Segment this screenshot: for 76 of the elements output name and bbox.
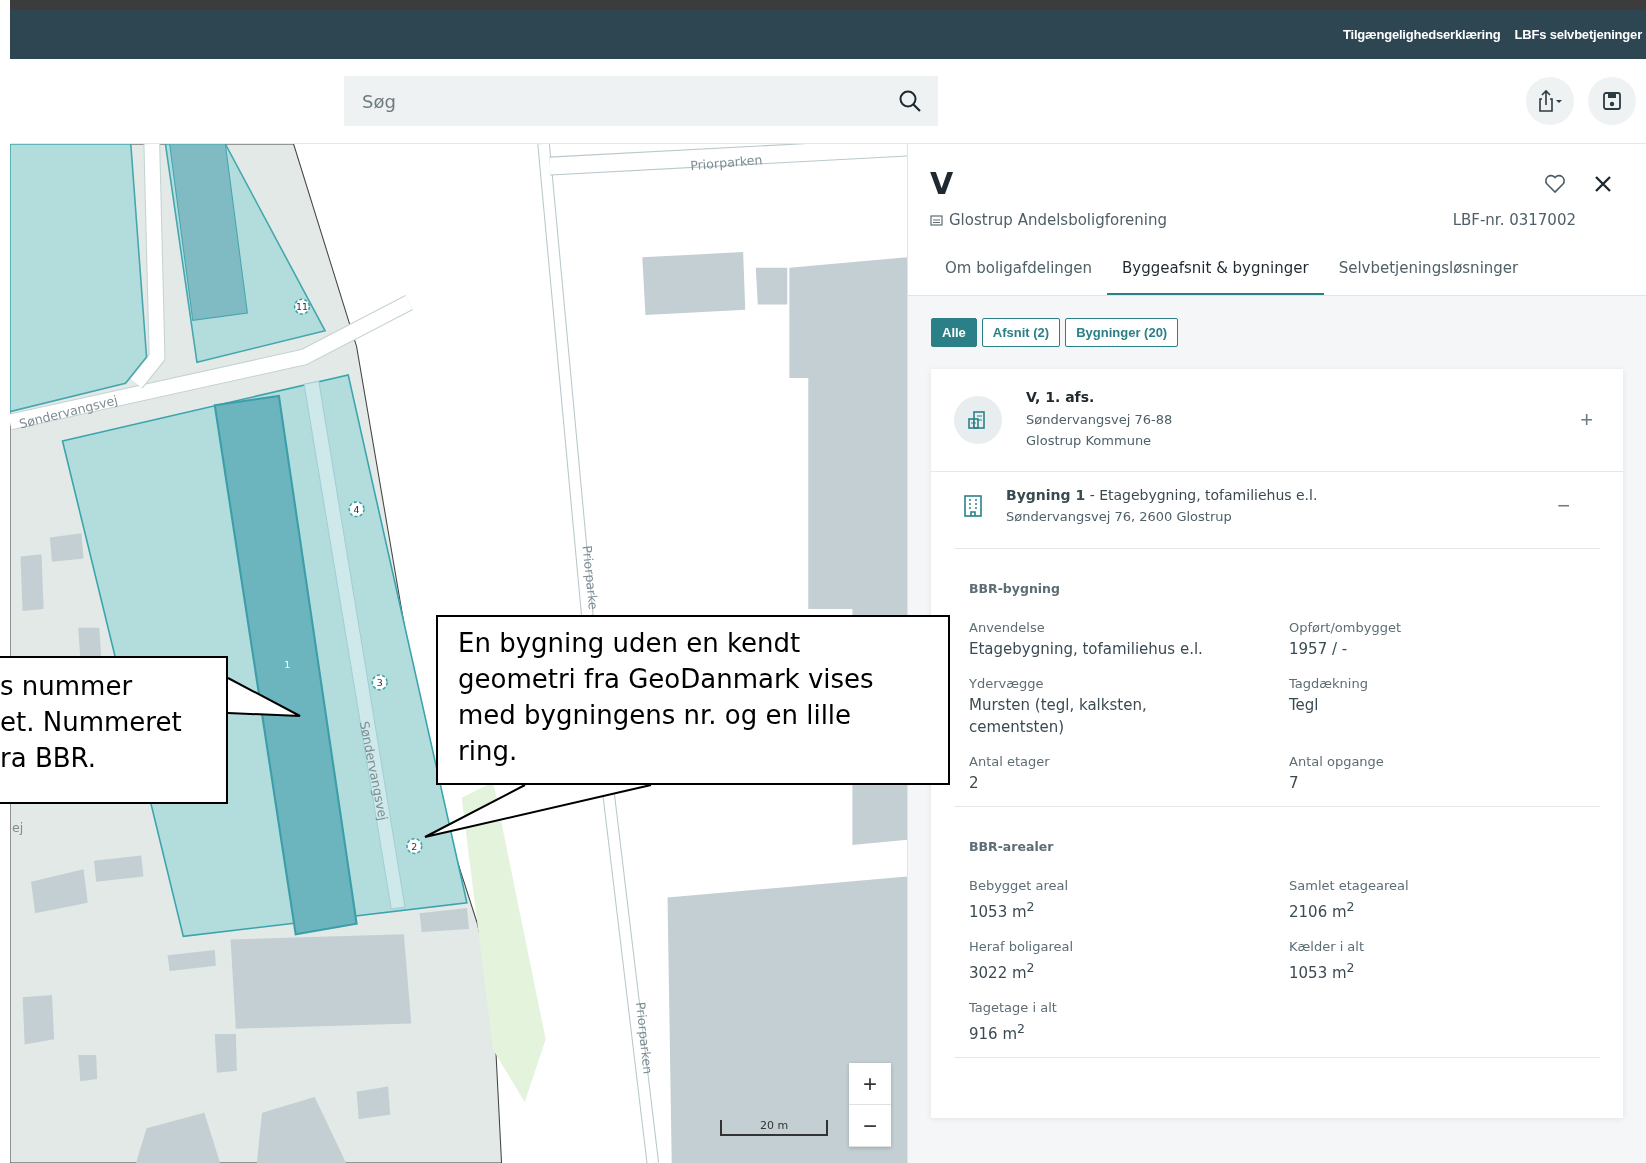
field-label: Antal etager <box>969 753 1051 771</box>
save-button[interactable] <box>1588 77 1636 125</box>
save-icon <box>1602 91 1622 111</box>
building-icon <box>954 396 1002 444</box>
lbf-number: LBF-nr. 0317002 <box>1452 211 1576 229</box>
field-value: 3022 m$^{2}$ <box>969 959 1036 984</box>
building-number-marker: 11 <box>293 298 311 315</box>
building-block <box>94 855 144 882</box>
panel-title: V <box>930 166 954 201</box>
building-block <box>78 1054 98 1082</box>
field-label: Opført/ombygget <box>1289 619 1402 637</box>
search-button[interactable] <box>882 76 938 126</box>
field-label: Tagetage i alt <box>969 999 1058 1017</box>
heart-icon[interactable] <box>1544 173 1566 194</box>
zoom-out-button[interactable]: − <box>849 1105 891 1147</box>
group-heading: BBR-bygning <box>969 581 1061 596</box>
search-icon <box>898 89 922 113</box>
field-label: Heraf boligareal <box>969 938 1075 956</box>
field-label: Antal opgange <box>1289 753 1385 771</box>
field-label: Tagdækning <box>1289 675 1369 693</box>
building-title: Bygning 1 - Etagebygning, tofamiliehus e.l. <box>1006 486 1319 505</box>
building-block <box>31 869 88 914</box>
building-block <box>22 995 55 1045</box>
field-value: Tegl <box>1289 695 1320 716</box>
building-block <box>167 949 216 971</box>
share-icon <box>1536 89 1564 113</box>
field-value: 1957 / - <box>1289 639 1349 660</box>
tab[interactable]: Selvbetjeningsløsninger <box>1323 249 1534 295</box>
share-button[interactable] <box>1526 77 1574 125</box>
building-icon <box>964 495 982 517</box>
filter-chip[interactable]: Bygninger (20) <box>1065 318 1179 347</box>
building-number-marker: 1 <box>284 659 291 671</box>
filter-chip[interactable]: Afsnit (2) <box>981 318 1061 347</box>
tab[interactable]: Om boligafdelingen <box>930 249 1108 295</box>
field-value: 1053 m$^{2}$ <box>1289 959 1356 984</box>
street-label: Priorparken <box>633 1001 656 1075</box>
zoom-in-button[interactable]: + <box>849 1063 891 1105</box>
field-value: Etagebygning, tofamiliehus e.l. <box>969 639 1204 660</box>
field-label: Bebygget areal <box>969 877 1070 895</box>
building-number-marker: 2 <box>406 837 423 855</box>
building-block <box>419 908 469 933</box>
building-number-marker: 4 <box>348 501 365 518</box>
association-name: Glostrup Andelsboligforening <box>949 211 1167 229</box>
filter-chip[interactable]: Alle <box>931 318 977 347</box>
street-label: ej <box>12 820 24 836</box>
field-label: Anvendelse <box>969 619 1046 637</box>
top-link[interactable]: Tilgængelighedserklæring <box>1343 27 1501 42</box>
callout-box: s nummer et. Nummeret ra BBR. <box>0 656 228 804</box>
building-block <box>20 554 44 611</box>
tab[interactable]: Byggeafsnit & bygninger <box>1107 249 1324 295</box>
search-field[interactable]: Søg <box>344 76 882 126</box>
building-number-marker: 3 <box>371 674 388 691</box>
close-icon[interactable] <box>1594 174 1612 193</box>
collapse-button[interactable]: − <box>1551 493 1576 519</box>
street-label: Priorparken <box>689 152 763 174</box>
section-title: V, 1. afs. <box>1026 389 1096 405</box>
field-label: Samlet etageareal <box>1289 877 1410 895</box>
field-value: 7 <box>1289 773 1300 794</box>
field-label: Kælder i alt <box>1289 938 1366 956</box>
street-label: Priorparke <box>579 544 602 611</box>
building-address: Søndervangsvej 76, 2600 Glostrup <box>1006 508 1233 526</box>
scale-bar: 20 m <box>720 1120 828 1136</box>
section-address: Søndervangsvej 76-88 <box>1026 411 1174 429</box>
field-value: 2 <box>969 773 980 794</box>
field-label: Ydervægge <box>969 675 1045 693</box>
field-value: 2106 m$^{2}$ <box>1289 898 1356 923</box>
expand-button[interactable]: + <box>1574 407 1599 433</box>
field-value: 916 m$^{2}$ <box>969 1020 1026 1045</box>
field-value: Mursten (tegl, kalksten, cementsten) <box>969 695 1148 738</box>
folder-icon <box>930 214 943 226</box>
top-link[interactable]: LBFs selvbetjeninger <box>1514 27 1642 42</box>
building-block <box>49 533 84 562</box>
building-block <box>356 1086 391 1119</box>
section-municipality: Glostrup Kommune <box>1026 432 1153 450</box>
group-heading: BBR-arealer <box>969 839 1055 854</box>
field-value: 1053 m$^{2}$ <box>969 898 1036 923</box>
